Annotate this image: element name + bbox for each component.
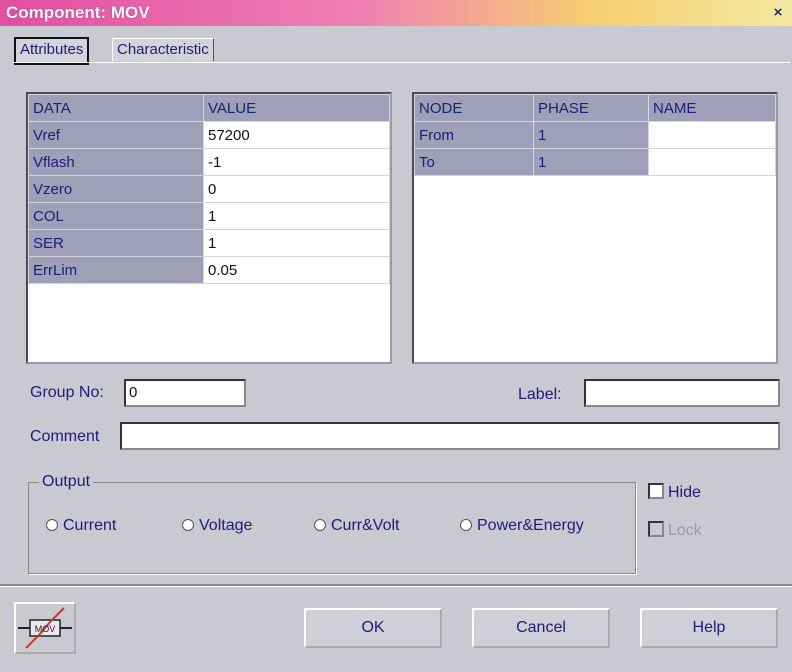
label-label: Label: bbox=[518, 386, 562, 403]
radio-dot bbox=[182, 519, 194, 531]
comment-label: Comment bbox=[30, 428, 100, 445]
node-cell: To bbox=[414, 148, 534, 176]
separator bbox=[0, 584, 792, 587]
table-row[interactable]: Vzero 0 bbox=[28, 175, 390, 203]
checkbox-box bbox=[648, 521, 664, 537]
comment-input[interactable] bbox=[120, 422, 780, 450]
radio-dot bbox=[46, 519, 58, 531]
radio-current-label: Current bbox=[63, 517, 117, 534]
label-input[interactable] bbox=[584, 379, 780, 407]
data-name-cell: Vflash bbox=[28, 148, 204, 176]
data-value-cell[interactable]: -1 bbox=[203, 148, 390, 176]
checkbox-box bbox=[648, 483, 664, 499]
lock-label: Lock bbox=[668, 522, 702, 539]
lock-checkbox: Lock bbox=[648, 521, 702, 540]
radio-power-energy-label: Power&Energy bbox=[477, 517, 584, 534]
help-button[interactable]: Help bbox=[640, 608, 778, 648]
data-name-cell: Vzero bbox=[28, 175, 204, 203]
phase-cell[interactable]: 1 bbox=[533, 148, 649, 176]
ok-label: OK bbox=[361, 619, 385, 636]
tab-characteristic[interactable]: Characteristic bbox=[112, 38, 214, 61]
table-row[interactable]: Vref 57200 bbox=[28, 121, 390, 149]
data-name-cell: COL bbox=[28, 202, 204, 230]
data-grid[interactable]: DATA VALUE Vref 57200 Vflash -1 Vzero 0 bbox=[26, 92, 392, 364]
data-value-cell[interactable]: 57200 bbox=[203, 121, 390, 149]
mov-dialog: Component: MOV × Attributes Characterist… bbox=[0, 0, 792, 672]
output-legend: Output bbox=[39, 473, 94, 491]
mov-icon[interactable]: MOV bbox=[14, 602, 76, 654]
radio-curr-volt-label: Curr&Volt bbox=[331, 517, 400, 534]
cancel-button[interactable]: Cancel bbox=[472, 608, 610, 648]
ok-button[interactable]: OK bbox=[304, 608, 442, 648]
tab-attributes-label: Attributes bbox=[20, 41, 84, 58]
node-header: NODE bbox=[414, 94, 534, 122]
table-row[interactable]: ErrLim 0.05 bbox=[28, 256, 390, 284]
data-header: DATA bbox=[28, 94, 204, 122]
value-header: VALUE bbox=[203, 94, 390, 122]
data-value-cell[interactable]: 1 bbox=[203, 202, 390, 230]
table-row[interactable]: Vflash -1 bbox=[28, 148, 390, 176]
radio-power-energy[interactable]: Power&Energy bbox=[460, 517, 584, 535]
phase-header: PHASE bbox=[533, 94, 649, 122]
data-value-cell[interactable]: 0.05 bbox=[203, 256, 390, 284]
name-header: NAME bbox=[648, 94, 776, 122]
close-icon[interactable]: × bbox=[770, 5, 786, 20]
node-cell: From bbox=[414, 121, 534, 149]
data-name-cell: ErrLim bbox=[28, 256, 204, 284]
window-title: Component: MOV bbox=[6, 3, 150, 22]
data-name-cell: SER bbox=[28, 229, 204, 257]
cancel-label: Cancel bbox=[516, 619, 566, 636]
data-value-cell[interactable]: 0 bbox=[203, 175, 390, 203]
table-row[interactable]: COL 1 bbox=[28, 202, 390, 230]
table-row[interactable]: From 1 bbox=[414, 121, 776, 149]
data-name-cell: Vref bbox=[28, 121, 204, 149]
data-value-cell[interactable]: 1 bbox=[203, 229, 390, 257]
radio-dot bbox=[314, 519, 326, 531]
mov-symbol-icon: MOV bbox=[18, 607, 72, 649]
phase-cell[interactable]: 1 bbox=[533, 121, 649, 149]
radio-voltage-label: Voltage bbox=[199, 517, 253, 534]
tab-characteristic-label: Characteristic bbox=[117, 41, 209, 58]
tab-divider bbox=[12, 62, 790, 63]
radio-voltage[interactable]: Voltage bbox=[182, 517, 252, 535]
tab-attributes[interactable]: Attributes bbox=[14, 37, 90, 65]
name-cell[interactable] bbox=[648, 121, 776, 149]
mov-icon-text: MOV bbox=[35, 624, 56, 634]
table-row[interactable]: To 1 bbox=[414, 148, 776, 176]
group-no-label: Group No: bbox=[30, 384, 104, 401]
title-bar: Component: MOV × bbox=[0, 0, 792, 26]
node-grid[interactable]: NODE PHASE NAME From 1 To 1 bbox=[412, 92, 778, 364]
help-label: Help bbox=[692, 619, 726, 636]
radio-curr-volt[interactable]: Curr&Volt bbox=[314, 517, 399, 535]
hide-label: Hide bbox=[668, 484, 701, 501]
radio-dot bbox=[460, 519, 472, 531]
radio-current[interactable]: Current bbox=[46, 517, 116, 535]
hide-checkbox[interactable]: Hide bbox=[648, 483, 701, 502]
name-cell[interactable] bbox=[648, 148, 776, 176]
table-row[interactable]: SER 1 bbox=[28, 229, 390, 257]
group-no-input[interactable]: 0 bbox=[124, 379, 246, 407]
